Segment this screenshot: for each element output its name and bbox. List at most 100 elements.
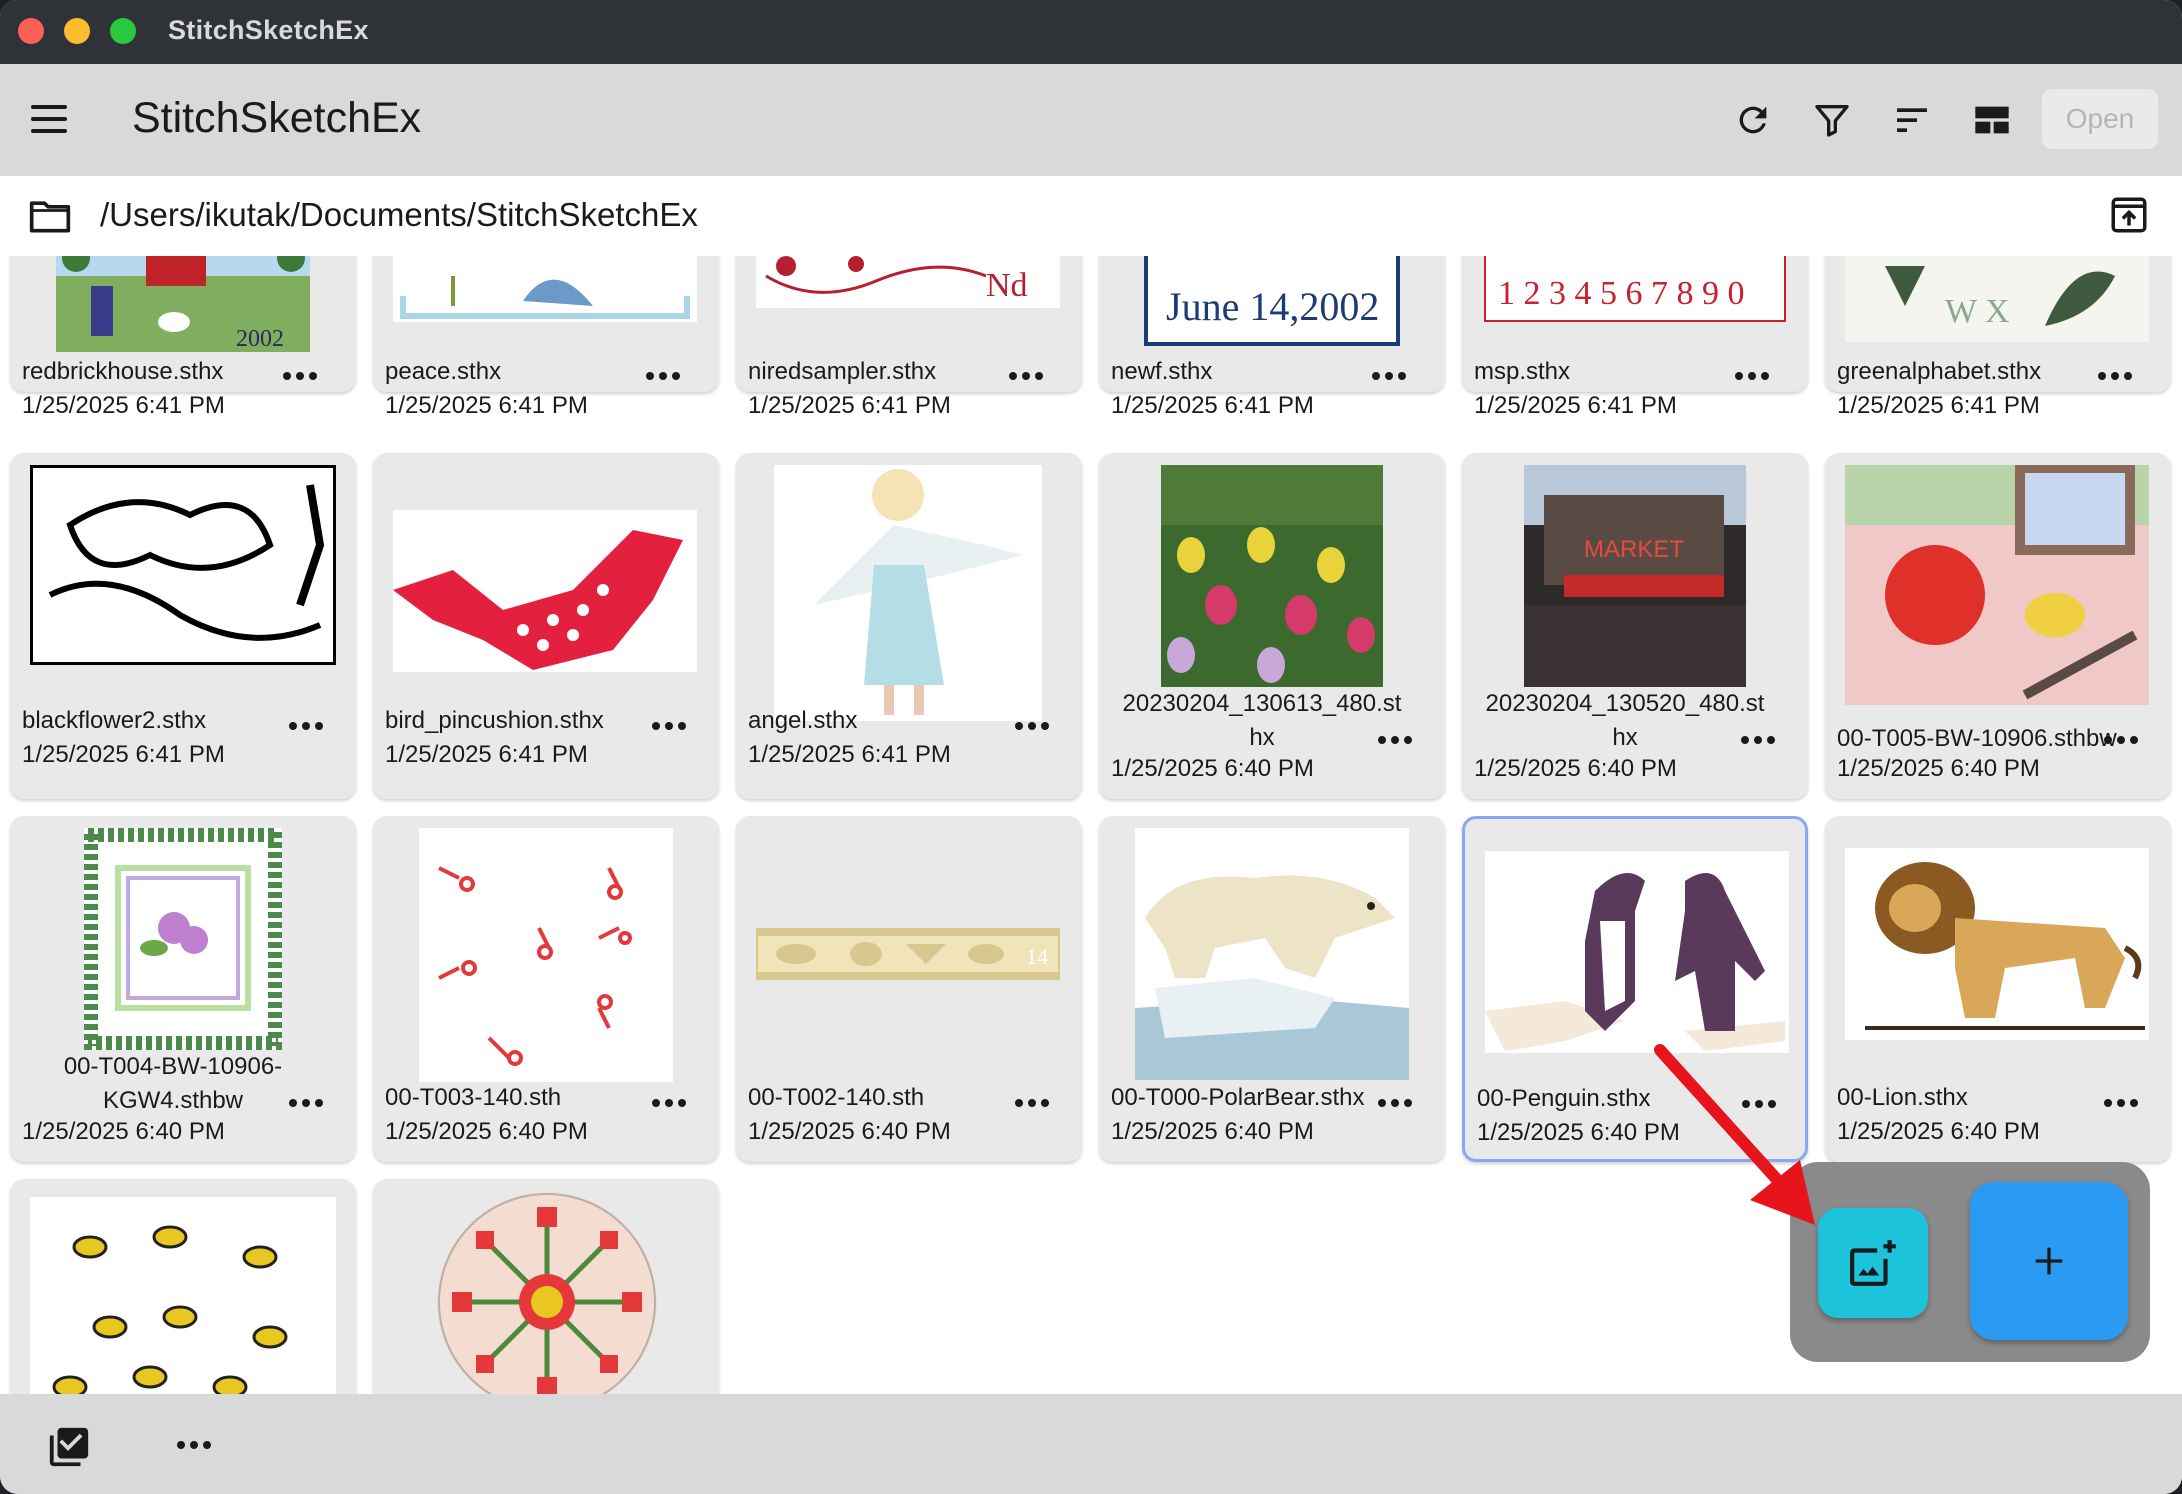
- file-date: 1/25/2025 6:41 PM: [748, 392, 951, 419]
- file-card[interactable]: 00-T000-PolarBear.sthx 1/25/2025 6:40 PM: [1099, 816, 1445, 1162]
- plus-icon: [2035, 1247, 2063, 1275]
- file-thumbnail: [84, 828, 282, 1050]
- more-options-icon[interactable]: [1732, 725, 1784, 755]
- file-thumbnail: [30, 465, 336, 665]
- file-thumbnail: June 14,2002: [1144, 256, 1400, 346]
- file-thumbnail: [1161, 465, 1383, 687]
- file-date: 1/25/2025 6:40 PM: [385, 1118, 588, 1145]
- file-thumbnail: W X: [1845, 256, 2149, 342]
- more-options-icon[interactable]: [2089, 361, 2141, 391]
- file-name: msp.sthx: [1474, 358, 1571, 385]
- file-name: newf.sthx: [1111, 358, 1213, 385]
- open-in-parent-icon[interactable]: [2108, 194, 2150, 241]
- more-options-icon[interactable]: [643, 711, 695, 741]
- title-bar: StitchSketchEx: [0, 0, 2182, 64]
- file-date: 1/25/2025 6:41 PM: [1837, 392, 2040, 419]
- file-card[interactable]: blackflower2.sthx 1/25/2025 6:41 PM: [10, 453, 356, 799]
- select-checkbox-icon[interactable]: [46, 1424, 92, 1475]
- file-card[interactable]: 00-T005-BW-10906.sthbw 1/25/2025 6:40 PM: [1825, 453, 2171, 799]
- file-name: redbrickhouse.sthx: [22, 358, 224, 385]
- more-options-icon[interactable]: [1000, 361, 1052, 391]
- path-bar: /Users/ikutak/Documents/StitchSketchEx: [0, 176, 2182, 257]
- file-thumbnail: [1845, 465, 2149, 705]
- file-name: 00-T002-140.sth: [748, 1084, 925, 1111]
- file-card[interactable]: angel.sthx 1/25/2025 6:41 PM: [736, 453, 1082, 799]
- file-date: 1/25/2025 6:40 PM: [1837, 755, 2040, 782]
- more-options-icon[interactable]: [280, 1088, 332, 1118]
- more-options-icon[interactable]: [168, 1430, 220, 1460]
- svg-text:W X: W X: [1945, 293, 2010, 330]
- add-photo-icon[interactable]: [1818, 1208, 1928, 1318]
- more-options-icon[interactable]: [1369, 1088, 1421, 1118]
- file-card[interactable]: bird_pincushion.sthx 1/25/2025 6:41 PM: [373, 453, 719, 799]
- file-date: 1/25/2025 6:41 PM: [1111, 392, 1314, 419]
- file-thumbnail: Nd: [756, 256, 1060, 308]
- more-options-icon[interactable]: [2095, 1088, 2147, 1118]
- hamburger-menu-icon[interactable]: [28, 102, 72, 138]
- more-options-icon[interactable]: [2095, 725, 2147, 755]
- file-card[interactable]: [373, 1179, 719, 1394]
- file-name-line1: 20230204_130520_480.st: [1485, 690, 1765, 717]
- file-thumbnail: [1485, 851, 1789, 1053]
- more-options-icon[interactable]: [274, 361, 326, 391]
- more-options-icon[interactable]: [1726, 361, 1778, 391]
- grid-layout-icon[interactable]: [1966, 94, 2018, 146]
- sort-icon[interactable]: [1886, 94, 1938, 146]
- more-options-icon[interactable]: [637, 361, 689, 391]
- minimize-window-button[interactable]: [64, 18, 90, 44]
- file-card[interactable]: 00-Lion.sthx 1/25/2025 6:40 PM: [1825, 816, 2171, 1162]
- file-date: 1/25/2025 6:41 PM: [22, 392, 225, 419]
- file-thumbnail: 14: [756, 928, 1060, 980]
- file-card[interactable]: 00-T003-140.sth 1/25/2025 6:40 PM: [373, 816, 719, 1162]
- file-thumbnail: [1845, 848, 2149, 1040]
- file-thumbnail: [1135, 828, 1409, 1080]
- file-date: 1/25/2025 6:40 PM: [1474, 755, 1677, 782]
- file-name-line1: 20230204_130613_480.st: [1122, 690, 1402, 717]
- more-options-icon[interactable]: [1363, 361, 1415, 391]
- file-date: 1/25/2025 6:40 PM: [1111, 755, 1314, 782]
- file-thumbnail: [393, 256, 697, 322]
- svg-text:June 14,2002: June 14,2002: [1166, 284, 1379, 329]
- file-date: 1/25/2025 6:41 PM: [1474, 392, 1677, 419]
- file-card[interactable]: 00-T004-BW-10906- KGW4.sthbw 1/25/2025 6…: [10, 816, 356, 1162]
- open-button[interactable]: Open: [2042, 89, 2158, 149]
- file-name: niredsampler.sthx: [748, 358, 937, 385]
- app-bar: StitchSketchEx Open: [0, 64, 2182, 176]
- more-options-icon[interactable]: [1369, 725, 1421, 755]
- file-thumbnail: MARKET: [1524, 465, 1746, 687]
- app-title: StitchSketchEx: [132, 94, 422, 142]
- filter-icon[interactable]: [1806, 94, 1858, 146]
- more-options-icon[interactable]: [1006, 1088, 1058, 1118]
- more-options-icon[interactable]: [643, 1088, 695, 1118]
- file-name: bird_pincushion.sthx: [385, 707, 604, 734]
- file-name: 00-T000-PolarBear.sthx: [1111, 1084, 1365, 1111]
- file-name: 00-T005-BW-10906.sthbw: [1837, 725, 2117, 752]
- refresh-icon[interactable]: [1727, 94, 1779, 146]
- more-options-icon[interactable]: [280, 711, 332, 741]
- file-name: 00-Penguin.sthx: [1477, 1085, 1651, 1112]
- file-card[interactable]: 14 00-T002-140.sth 1/25/2025 6:40 PM: [736, 816, 1082, 1162]
- file-thumbnail: [419, 828, 673, 1082]
- file-date: 1/25/2025 6:40 PM: [1837, 1118, 2040, 1145]
- close-window-button[interactable]: [18, 18, 44, 44]
- file-date: 1/25/2025 6:40 PM: [22, 1118, 225, 1145]
- add-file-button[interactable]: [1970, 1182, 2128, 1340]
- file-card[interactable]: 20230204_130613_480.st hx 1/25/2025 6:40…: [1099, 453, 1445, 799]
- file-thumbnail: [393, 510, 697, 672]
- folder-icon[interactable]: [28, 197, 72, 240]
- svg-text:2002: 2002: [236, 326, 284, 352]
- file-date: 1/25/2025 6:40 PM: [748, 1118, 951, 1145]
- svg-text:14: 14: [1026, 944, 1048, 969]
- file-date: 1/25/2025 6:41 PM: [385, 392, 588, 419]
- more-options-icon[interactable]: [1006, 711, 1058, 741]
- file-name: angel.sthx: [748, 707, 858, 734]
- file-date: 1/25/2025 6:41 PM: [385, 741, 588, 768]
- file-date: 1/25/2025 6:41 PM: [748, 741, 951, 768]
- annotation-arrow: [1654, 1044, 1815, 1225]
- maximize-window-button[interactable]: [110, 18, 136, 44]
- file-card[interactable]: [10, 1179, 356, 1394]
- file-thumbnail: [30, 1197, 336, 1394]
- file-card[interactable]: MARKET 20230204_130520_480.st hx 1/25/20…: [1462, 453, 1808, 799]
- app-window: StitchSketchEx StitchSketchEx Open /User…: [0, 0, 2182, 1494]
- file-date: 1/25/2025 6:40 PM: [1111, 1118, 1314, 1145]
